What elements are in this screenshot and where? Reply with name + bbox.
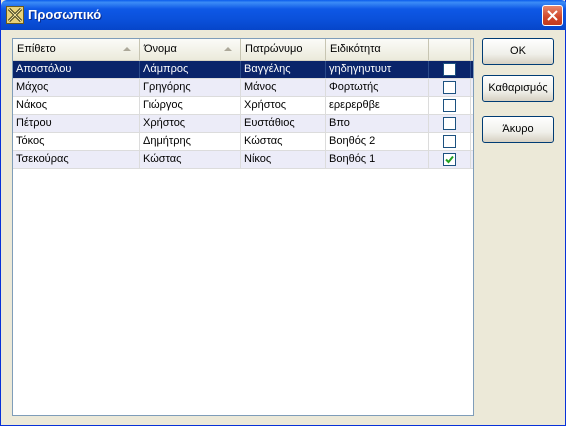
table-cell-check [429, 61, 471, 78]
table-cell-check [429, 79, 471, 96]
column-header-surname[interactable]: Επίθετο [13, 39, 140, 60]
app-icon [6, 6, 24, 24]
clear-button[interactable]: Καθαρισμός [482, 75, 554, 102]
checkmark-icon [445, 155, 454, 164]
table-cell: Βπο [326, 115, 429, 132]
table-cell-check [429, 115, 471, 132]
title-bar[interactable]: Προσωπικό [1, 0, 566, 30]
table-cell: Νάκος [13, 97, 140, 114]
row-checkbox[interactable] [443, 99, 456, 112]
table-cell: Μάνος [241, 79, 326, 96]
table-cell-check [429, 133, 471, 150]
sort-arrow-icon [224, 47, 232, 51]
column-header-specialty[interactable]: Ειδικότητα [326, 39, 429, 60]
table-cell: Χρήστος [241, 97, 326, 114]
table-row[interactable]: Τόκος Δημήτρης Κώστας Βοηθός 2 [13, 133, 473, 151]
table-row[interactable]: Τσεκούρας Κώστας Νίκος Βοηθός 1 [13, 151, 473, 169]
table-cell: Βαγγέλης [241, 61, 326, 78]
table-cell-check [429, 97, 471, 114]
dialog-window: Προσωπικό Επίθετο Όνομα Πατρώνυμο Ειδικό… [0, 0, 566, 426]
table-cell: Πέτρου [13, 115, 140, 132]
column-header-name[interactable]: Όνομα [140, 39, 241, 60]
cancel-button[interactable]: Άκυρο [482, 116, 554, 143]
row-checkbox[interactable] [443, 153, 456, 166]
table-row[interactable]: Νάκος Γιώργος Χρήστος ερερερθβε [13, 97, 473, 115]
table-cell: Βοηθός 1 [326, 151, 429, 168]
table-header: Επίθετο Όνομα Πατρώνυμο Ειδικότητα [13, 39, 473, 61]
table-cell: Μάχος [13, 79, 140, 96]
table-cell: γηδηγηυτυυτ [326, 61, 429, 78]
table-cell: Αποστόλου [13, 61, 140, 78]
close-button[interactable] [542, 5, 563, 26]
column-header-check[interactable] [429, 39, 471, 60]
table-cell: Γιώργος [140, 97, 241, 114]
table-cell-check [429, 151, 471, 168]
row-checkbox[interactable] [443, 117, 456, 130]
table-cell: ερερερθβε [326, 97, 429, 114]
table-cell: Γρηγόρης [140, 79, 241, 96]
table-row[interactable]: Μάχος Γρηγόρης Μάνος Φορτωτής [13, 79, 473, 97]
table-cell: Ευστάθιος [241, 115, 326, 132]
table-cell: Βοηθός 2 [326, 133, 429, 150]
row-checkbox[interactable] [443, 81, 456, 94]
ok-button[interactable]: ΟΚ [482, 38, 554, 65]
window-title: Προσωπικό [28, 7, 102, 22]
table-row[interactable]: Αποστόλου Λάμπρος Βαγγέλης γηδηγηυτυυτ [13, 61, 473, 79]
table-cell: Φορτωτής [326, 79, 429, 96]
close-icon [547, 10, 558, 21]
row-checkbox[interactable] [443, 63, 456, 76]
table-cell: Κώστας [241, 133, 326, 150]
table-cell: Λάμπρος [140, 61, 241, 78]
table-cell: Νίκος [241, 151, 326, 168]
table-cell: Τσεκούρας [13, 151, 140, 168]
table-cell: Χρήστος [140, 115, 241, 132]
table-cell: Δημήτρης [140, 133, 241, 150]
table-cell: Κώστας [140, 151, 241, 168]
table-row[interactable]: Πέτρου Χρήστος Ευστάθιος Βπο [13, 115, 473, 133]
table-cell: Τόκος [13, 133, 140, 150]
row-checkbox[interactable] [443, 135, 456, 148]
column-header-patronymic[interactable]: Πατρώνυμο [241, 39, 326, 60]
dialog-body: Επίθετο Όνομα Πατρώνυμο Ειδικότητα Αποστ… [4, 30, 563, 423]
sort-arrow-icon [123, 47, 131, 51]
personnel-table[interactable]: Επίθετο Όνομα Πατρώνυμο Ειδικότητα Αποστ… [12, 38, 474, 416]
